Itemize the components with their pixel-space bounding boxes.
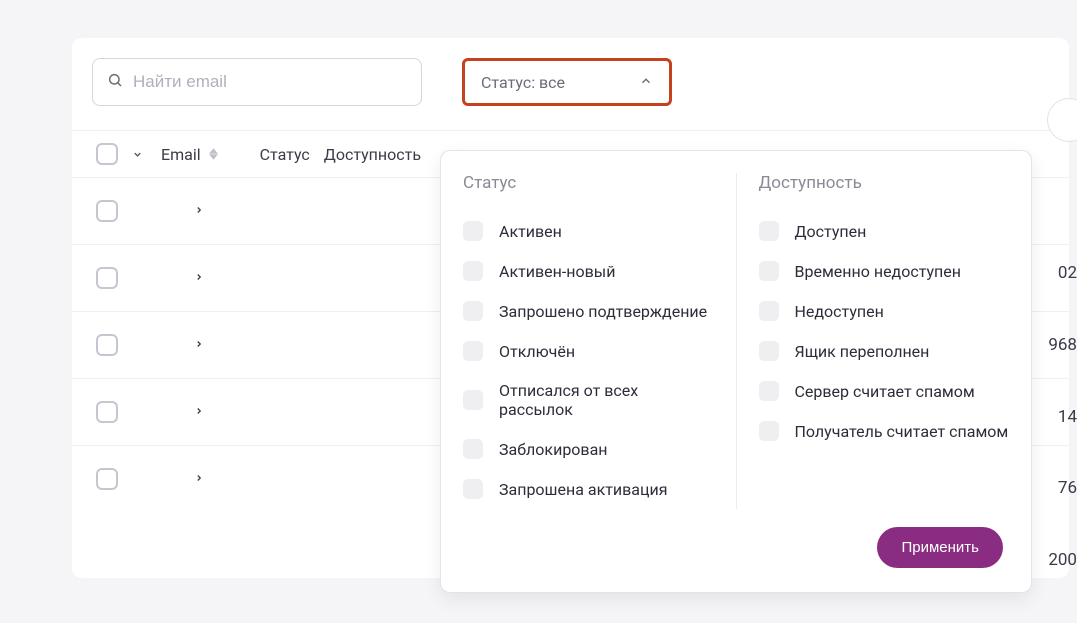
filter-option-availability[interactable]: Недоступен xyxy=(759,291,1010,331)
filter-option-status[interactable]: Отключён xyxy=(463,331,714,371)
option-label: Запрошено подтверждение xyxy=(499,302,707,321)
search-icon xyxy=(107,72,133,92)
option-label: Доступен xyxy=(795,222,867,241)
row-checkbox[interactable] xyxy=(96,401,118,423)
chevron-up-icon xyxy=(639,73,653,92)
expand-row-icon[interactable] xyxy=(194,336,204,355)
bulk-menu-toggle[interactable] xyxy=(132,145,143,164)
search-input-wrapper[interactable] xyxy=(92,58,422,106)
expand-row-icon[interactable] xyxy=(194,403,204,422)
option-checkbox[interactable] xyxy=(759,341,779,361)
option-checkbox[interactable] xyxy=(759,221,779,241)
option-label: Отключён xyxy=(499,342,575,361)
filter-option-availability[interactable]: Временно недоступен xyxy=(759,251,1010,291)
option-label: Ящик переполнен xyxy=(795,342,930,361)
filter-option-availability[interactable]: Доступен xyxy=(759,211,1010,251)
option-label: Заблокирован xyxy=(499,440,608,459)
option-checkbox[interactable] xyxy=(759,421,779,441)
row-checkbox[interactable] xyxy=(96,468,118,490)
option-checkbox[interactable] xyxy=(759,261,779,281)
row-trailing-value: 76 xyxy=(1058,478,1077,498)
option-label: Активен xyxy=(499,222,562,241)
option-checkbox[interactable] xyxy=(759,301,779,321)
row-trailing-value: 200 xyxy=(1048,550,1077,570)
option-checkbox[interactable] xyxy=(759,381,779,401)
expand-row-icon[interactable] xyxy=(194,470,204,489)
option-label: Отписался от всех рассылок xyxy=(499,381,714,419)
row-trailing-value: 968 xyxy=(1048,335,1077,355)
filter-option-availability[interactable]: Сервер считает спамом xyxy=(759,371,1010,411)
filter-option-status[interactable]: Активен-новый xyxy=(463,251,714,291)
filter-column-availability: Доступность Доступен Временно недоступен… xyxy=(736,173,1032,509)
apply-button[interactable]: Применить xyxy=(877,527,1003,568)
select-all-checkbox[interactable] xyxy=(96,143,118,165)
row-trailing-value: 02 xyxy=(1058,263,1077,283)
row-checkbox[interactable] xyxy=(96,334,118,356)
sort-icon xyxy=(209,148,218,160)
option-checkbox[interactable] xyxy=(463,390,483,410)
option-checkbox[interactable] xyxy=(463,221,483,241)
filter-option-status[interactable]: Отписался от всех рассылок xyxy=(463,371,714,429)
toolbar: Статус: все xyxy=(72,58,1069,130)
option-label: Временно недоступен xyxy=(795,262,962,281)
filter-option-status[interactable]: Запрошена активация xyxy=(463,469,714,509)
option-label: Запрошена активация xyxy=(499,480,668,499)
option-label: Получатель считает спамом xyxy=(795,422,1009,441)
status-filter-dropdown[interactable]: Статус: все xyxy=(462,58,672,106)
option-checkbox[interactable] xyxy=(463,479,483,499)
option-checkbox[interactable] xyxy=(463,301,483,321)
filter-option-availability[interactable]: Получатель считает спамом xyxy=(759,411,1010,451)
expand-row-icon[interactable] xyxy=(194,202,204,221)
filter-option-availability[interactable]: Ящик переполнен xyxy=(759,331,1010,371)
row-trailing-value: 14 xyxy=(1058,407,1077,427)
option-checkbox[interactable] xyxy=(463,439,483,459)
row-checkbox[interactable] xyxy=(96,200,118,222)
option-checkbox[interactable] xyxy=(463,341,483,361)
filter-option-status[interactable]: Активен xyxy=(463,211,714,251)
filter-panel: Статус Активен Активен-новый Запрошено п… xyxy=(440,150,1032,593)
status-filter-label: Статус: все xyxy=(481,73,565,92)
filter-option-status[interactable]: Заблокирован xyxy=(463,429,714,469)
option-label: Активен-новый xyxy=(499,262,615,281)
column-header-status[interactable]: Статус xyxy=(260,145,310,164)
filter-title-status: Статус xyxy=(463,173,714,193)
column-header-availability[interactable]: Доступность xyxy=(324,145,421,164)
filter-option-status[interactable]: Запрошено подтверждение xyxy=(463,291,714,331)
filter-column-status: Статус Активен Активен-новый Запрошено п… xyxy=(441,173,736,509)
column-header-email[interactable]: Email xyxy=(161,145,218,164)
option-label: Сервер считает спамом xyxy=(795,382,975,401)
row-checkbox[interactable] xyxy=(96,267,118,289)
search-input[interactable] xyxy=(133,72,407,92)
option-label: Недоступен xyxy=(795,302,884,321)
expand-row-icon[interactable] xyxy=(194,269,204,288)
option-checkbox[interactable] xyxy=(463,261,483,281)
filter-title-availability: Доступность xyxy=(759,173,1010,193)
column-header-email-label: Email xyxy=(161,145,201,164)
